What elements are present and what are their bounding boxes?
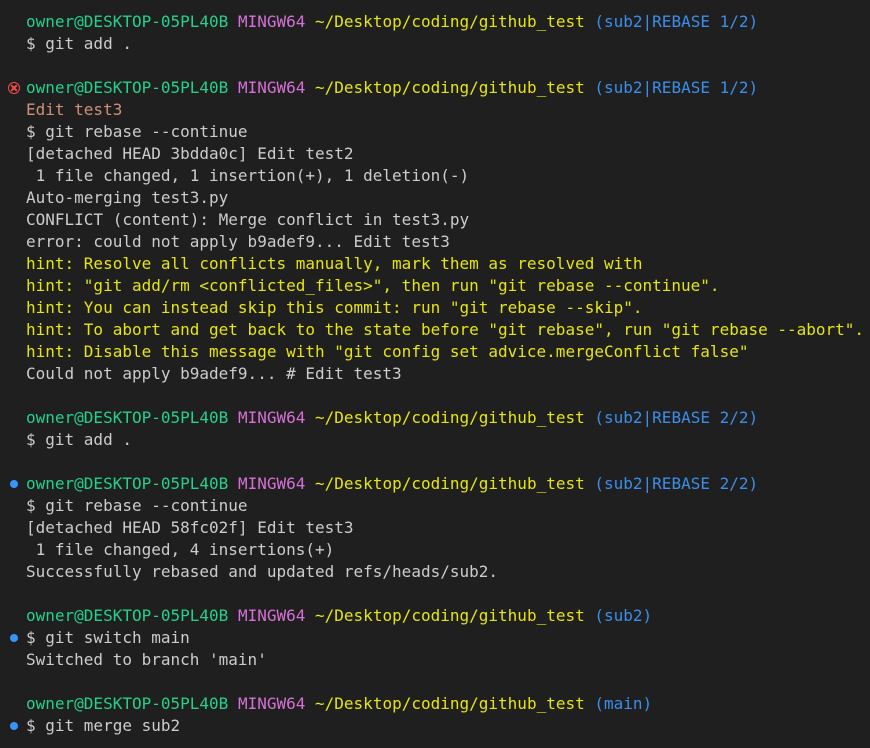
output-line: hint: To abort and get back to the state… xyxy=(0,319,870,341)
prompt-branch: (sub2|REBASE 1/2) xyxy=(594,12,759,31)
command-line: $ git add . xyxy=(0,429,870,451)
command-line: $ git merge sub2 xyxy=(0,715,870,737)
output-line: hint: Resolve all conflicts manually, ma… xyxy=(0,253,870,275)
output-line: Switched to branch 'main' xyxy=(0,649,870,671)
output-text: 1 file changed, 4 insertions(+) xyxy=(26,540,335,559)
output-line: 1 file changed, 4 insertions(+) xyxy=(0,539,870,561)
prompt-branch: (sub2|REBASE 2/2) xyxy=(594,474,759,493)
output-line: Edit test3 xyxy=(0,99,870,121)
output-text: hint: "git add/rm <conflicted_files>", t… xyxy=(26,276,720,295)
prompt-system: MINGW64 xyxy=(237,694,306,713)
prompt-path: ~/Desktop/coding/github_test xyxy=(315,12,585,31)
output-text: Successfully rebased and updated refs/he… xyxy=(26,562,499,581)
prompt-system: MINGW64 xyxy=(237,78,306,97)
prompt-user: owner@DESKTOP-05PL40B xyxy=(26,694,229,713)
command-text: $ git add . xyxy=(26,34,132,53)
output-line: error: could not apply b9adef9... Edit t… xyxy=(0,231,870,253)
prompt-system: MINGW64 xyxy=(237,606,306,625)
prompt-user: owner@DESKTOP-05PL40B xyxy=(26,408,229,427)
output-line: [detached HEAD 3bdda0c] Edit test2 xyxy=(0,143,870,165)
prompt-path: ~/Desktop/coding/github_test xyxy=(315,408,585,427)
command-line: $ git rebase --continue xyxy=(0,495,870,517)
command-line: $ git add . xyxy=(0,33,870,55)
prompt-line: owner@DESKTOP-05PL40B MINGW64 ~/Desktop/… xyxy=(0,473,870,495)
prompt-line: owner@DESKTOP-05PL40B MINGW64 ~/Desktop/… xyxy=(0,11,870,33)
output-text: error: could not apply b9adef9... Edit t… xyxy=(26,232,450,251)
command-text: $ git merge sub2 xyxy=(26,716,181,735)
prompt-path: ~/Desktop/coding/github_test xyxy=(315,78,585,97)
output-text: Could not apply b9adef9... # Edit test3 xyxy=(26,364,402,383)
terminal-output[interactable]: owner@DESKTOP-05PL40B MINGW64 ~/Desktop/… xyxy=(0,0,870,748)
prompt-user: owner@DESKTOP-05PL40B xyxy=(26,474,229,493)
output-line: hint: "git add/rm <conflicted_files>", t… xyxy=(0,275,870,297)
prompt-system: MINGW64 xyxy=(237,474,306,493)
prompt-path: ~/Desktop/coding/github_test xyxy=(315,606,585,625)
command-line: $ git rebase --continue xyxy=(0,121,870,143)
output-line: 1 file changed, 1 insertion(+), 1 deleti… xyxy=(0,165,870,187)
command-text: $ git rebase --continue xyxy=(26,496,248,515)
output-text: Auto-merging test3.py xyxy=(26,188,229,207)
output-text: [detached HEAD 3bdda0c] Edit test2 xyxy=(26,144,354,163)
command-decoration[interactable] xyxy=(8,478,20,490)
command-text: $ git switch main xyxy=(26,628,190,647)
command-line: $ git switch main xyxy=(0,627,870,649)
prompt-line: owner@DESKTOP-05PL40B MINGW64 ~/Desktop/… xyxy=(0,77,870,99)
prompt-user: owner@DESKTOP-05PL40B xyxy=(26,606,229,625)
command-decoration[interactable] xyxy=(8,82,20,94)
output-text: hint: You can instead skip this commit: … xyxy=(26,298,643,317)
prompt-line: owner@DESKTOP-05PL40B MINGW64 ~/Desktop/… xyxy=(0,605,870,627)
output-line: CONFLICT (content): Merge conflict in te… xyxy=(0,209,870,231)
success-decoration-icon xyxy=(10,480,18,488)
prompt-branch: (sub2) xyxy=(594,606,653,625)
prompt-user: owner@DESKTOP-05PL40B xyxy=(26,12,229,31)
output-line: hint: Disable this message with "git con… xyxy=(0,341,870,363)
command-text: $ git add . xyxy=(26,430,132,449)
output-text: Switched to branch 'main' xyxy=(26,650,267,669)
output-line: Successfully rebased and updated refs/he… xyxy=(0,561,870,583)
prompt-user: owner@DESKTOP-05PL40B xyxy=(26,78,229,97)
output-text: Edit test3 xyxy=(26,100,123,119)
prompt-system: MINGW64 xyxy=(237,408,306,427)
output-text: hint: Disable this message with "git con… xyxy=(26,342,749,361)
error-decoration-icon xyxy=(8,82,20,94)
output-text: [detached HEAD 58fc02f] Edit test3 xyxy=(26,518,354,537)
prompt-branch: (sub2|REBASE 2/2) xyxy=(594,408,759,427)
command-text: $ git rebase --continue xyxy=(26,122,248,141)
command-decoration[interactable] xyxy=(8,720,20,732)
prompt-branch: (sub2|REBASE 1/2) xyxy=(594,78,759,97)
success-decoration-icon xyxy=(10,722,18,730)
output-line: hint: You can instead skip this commit: … xyxy=(0,297,870,319)
success-decoration-icon xyxy=(10,634,18,642)
command-decoration[interactable] xyxy=(8,632,20,644)
prompt-line: owner@DESKTOP-05PL40B MINGW64 ~/Desktop/… xyxy=(0,407,870,429)
prompt-path: ~/Desktop/coding/github_test xyxy=(315,474,585,493)
output-text: 1 file changed, 1 insertion(+), 1 deleti… xyxy=(26,166,470,185)
output-line: Auto-merging test3.py xyxy=(0,187,870,209)
prompt-path: ~/Desktop/coding/github_test xyxy=(315,694,585,713)
prompt-branch: (main) xyxy=(594,694,653,713)
output-line: Could not apply b9adef9... # Edit test3 xyxy=(0,363,870,385)
output-text: CONFLICT (content): Merge conflict in te… xyxy=(26,210,470,229)
prompt-line: owner@DESKTOP-05PL40B MINGW64 ~/Desktop/… xyxy=(0,693,870,715)
prompt-system: MINGW64 xyxy=(237,12,306,31)
output-text: hint: Resolve all conflicts manually, ma… xyxy=(26,254,643,273)
output-text: hint: To abort and get back to the state… xyxy=(26,320,865,339)
output-line: [detached HEAD 58fc02f] Edit test3 xyxy=(0,517,870,539)
